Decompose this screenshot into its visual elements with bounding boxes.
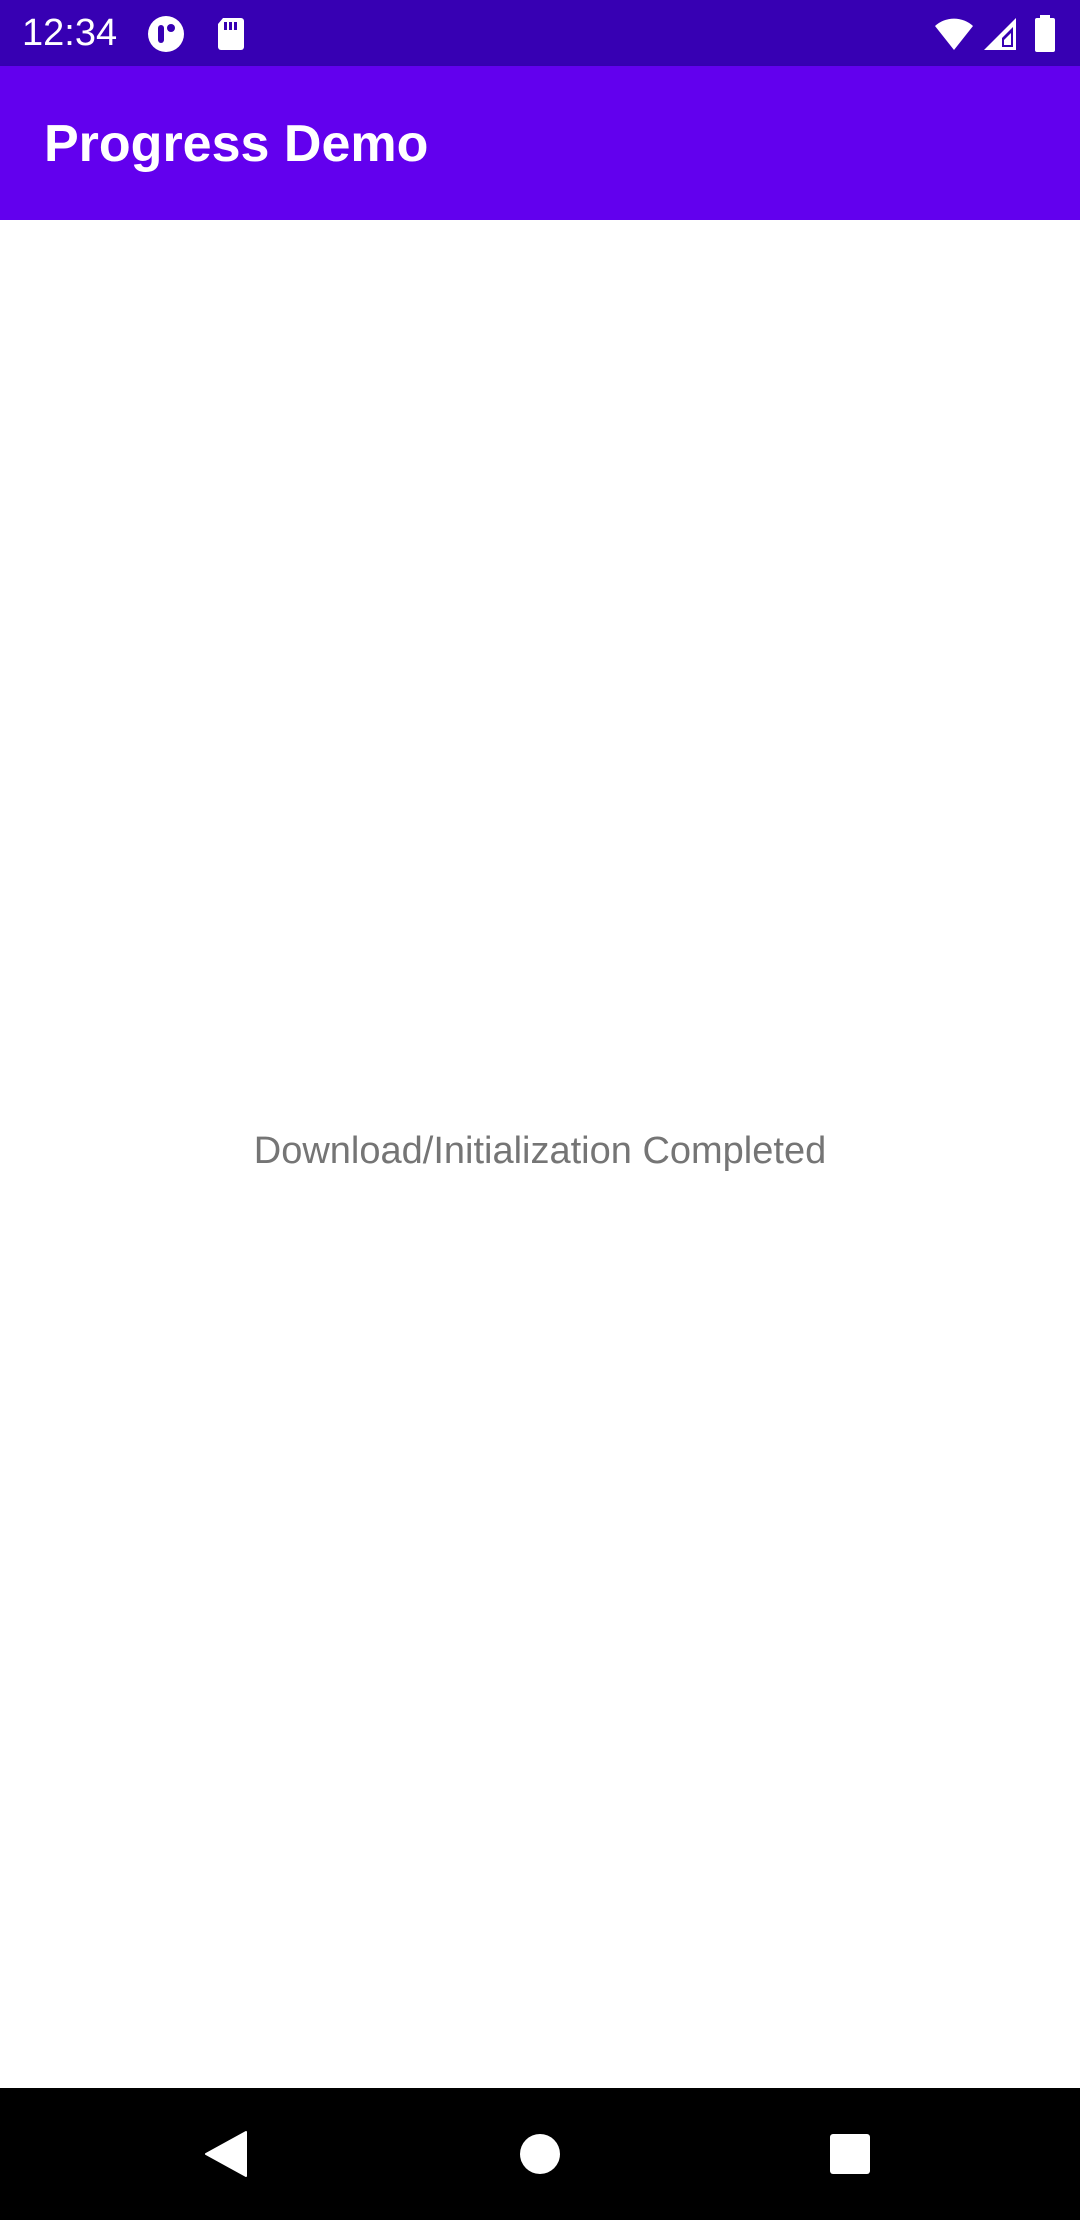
back-button[interactable]	[196, 2124, 256, 2184]
home-icon	[520, 2134, 560, 2174]
navigation-bar	[0, 2088, 1080, 2220]
home-button[interactable]	[510, 2124, 570, 2184]
completion-message: Download/Initialization Completed	[253, 1130, 827, 1172]
status-time: 12:34	[22, 12, 118, 54]
app-notification-icon	[146, 14, 186, 54]
content-area: Download/Initialization Completed	[0, 220, 1080, 2088]
screen: 12:34 Progress Demo Download/Initializat…	[0, 0, 1080, 2220]
app-title: Progress Demo	[44, 115, 429, 173]
recents-button[interactable]	[820, 2124, 880, 2184]
app-bar: Progress Demo	[0, 66, 1080, 220]
status-bar: 12:34	[0, 0, 1080, 66]
cell-signal-icon	[980, 14, 1020, 54]
battery-icon	[1030, 14, 1060, 54]
recents-icon	[830, 2134, 870, 2174]
back-icon	[205, 2131, 247, 2177]
wifi-icon	[934, 14, 974, 54]
sd-card-icon	[210, 14, 250, 54]
